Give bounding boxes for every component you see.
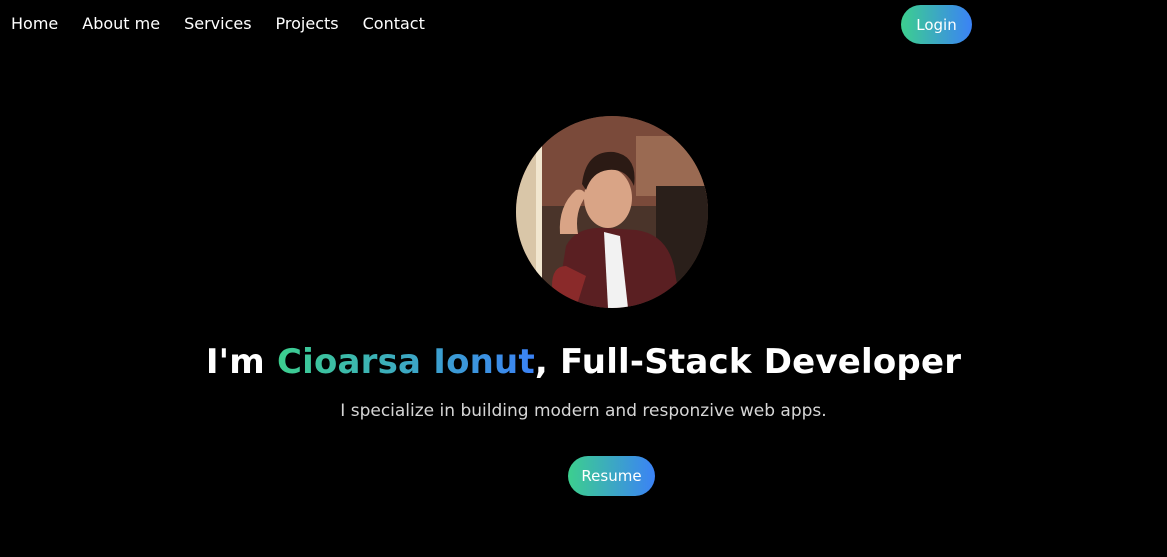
headline-prefix: I'm xyxy=(205,342,277,382)
hero-headline: I'm Cioarsa Ionut, Full-Stack Developer xyxy=(0,338,1167,386)
profile-photo-image xyxy=(516,116,708,308)
developer-name: Cioarsa Ionut xyxy=(276,342,535,382)
hero-tagline: I specialize in building modern and resp… xyxy=(340,401,827,421)
headline-suffix: , Full-Stack Developer xyxy=(534,342,962,382)
hero-section: I'm Cioarsa Ionut, Full-Stack Developer … xyxy=(0,0,1167,557)
resume-button[interactable]: Resume xyxy=(568,456,655,496)
profile-photo xyxy=(516,116,708,308)
page: Home About me Services Projects Contact … xyxy=(0,0,1167,557)
